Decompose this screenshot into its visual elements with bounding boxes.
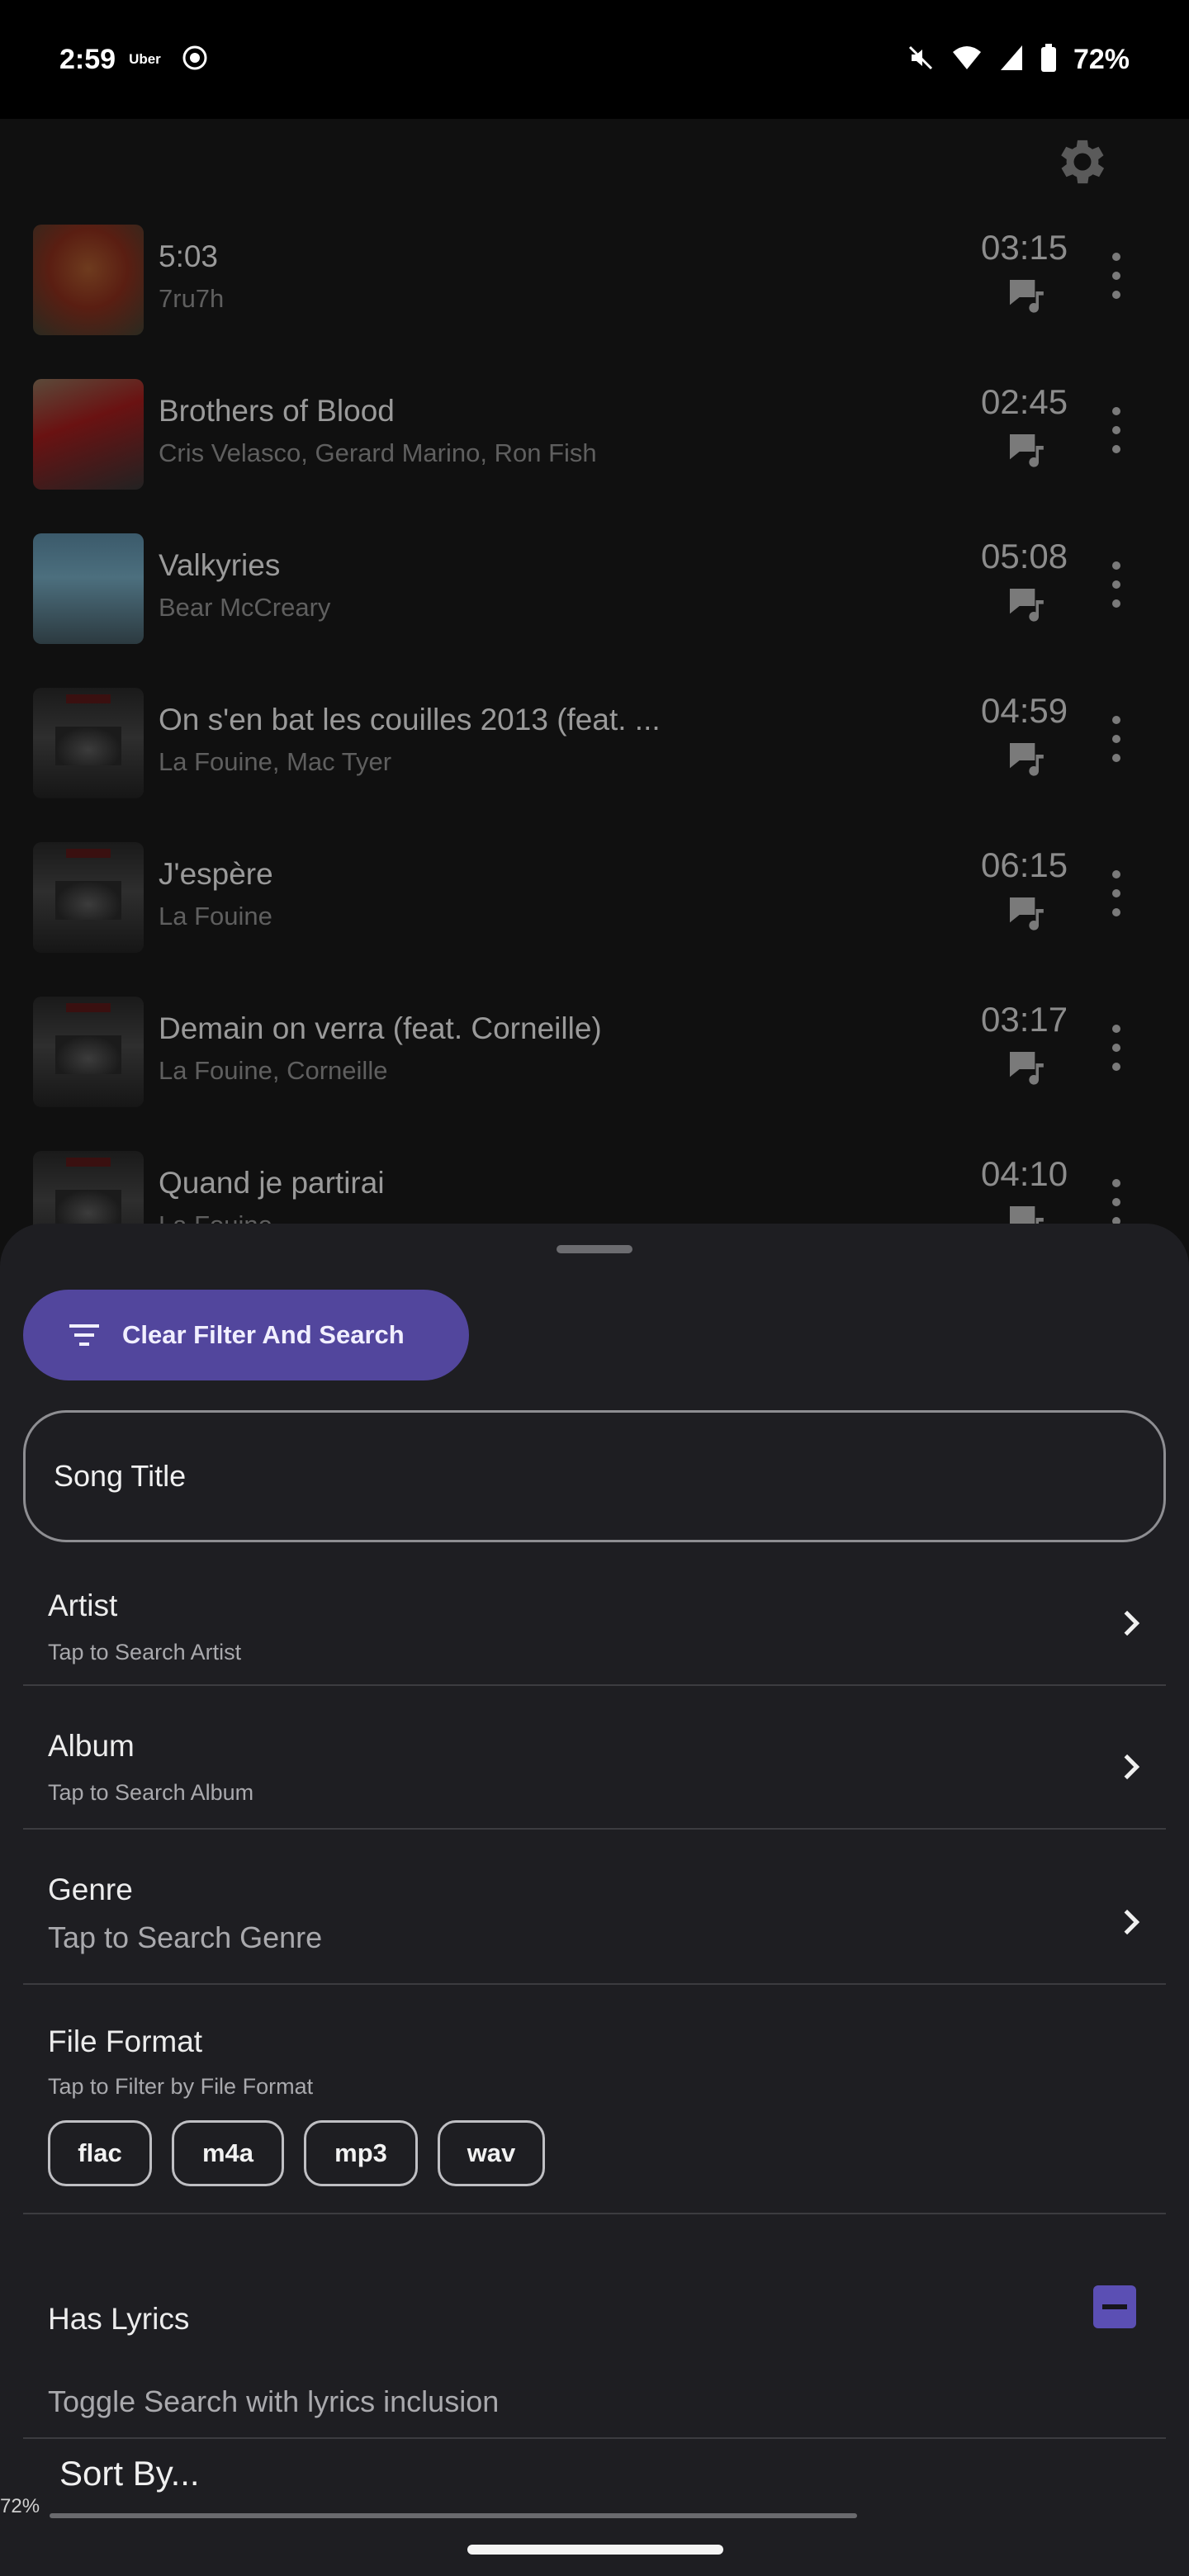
song-row[interactable]: 5:03 7ru7h 03:15 xyxy=(0,220,1189,374)
signal-icon xyxy=(999,44,1024,76)
album-art xyxy=(33,842,144,953)
album-art xyxy=(33,379,144,490)
song-title: 5:03 xyxy=(159,239,219,273)
more-options-icon[interactable] xyxy=(1103,561,1130,608)
song-list: 5:03 7ru7h 03:15 Brothers of Blood Cris … xyxy=(0,220,1189,1300)
chip-flac[interactable]: flac xyxy=(48,2120,152,2186)
song-row[interactable]: On s'en bat les couilles 2013 (feat. ...… xyxy=(0,683,1189,837)
clear-filter-label: Clear Filter And Search xyxy=(122,1320,405,1349)
app-screen: 2:59 Uber 72% 5:03 7ru7h 03:15 Brothers … xyxy=(0,0,1189,2576)
has-lyrics-checkbox[interactable] xyxy=(1093,2285,1136,2328)
gear-icon xyxy=(1061,140,1105,184)
lyrics-icon xyxy=(1010,434,1044,467)
mute-icon xyxy=(907,44,935,76)
song-title: On s'en bat les couilles 2013 (feat. ... xyxy=(159,703,661,736)
more-options-icon[interactable] xyxy=(1103,407,1130,453)
settings-button[interactable] xyxy=(1045,127,1115,197)
song-duration: 04:10 xyxy=(981,1154,1068,1193)
song-title-field-label: Song Title xyxy=(54,1459,187,1493)
song-artist: 7ru7h xyxy=(159,284,225,313)
more-options-icon[interactable] xyxy=(1103,253,1130,299)
more-options-icon[interactable] xyxy=(1103,716,1130,762)
song-artist: La Fouine, Corneille xyxy=(159,1056,388,1085)
status-app-label: Uber xyxy=(129,51,161,67)
status-icons: 72% xyxy=(907,43,1130,76)
lyrics-icon xyxy=(1010,1052,1044,1085)
song-artist: La Fouine, Mac Tyer xyxy=(159,747,392,776)
more-options-icon[interactable] xyxy=(1103,1179,1130,1225)
song-title-field[interactable]: Song Title xyxy=(23,1410,1166,1542)
file-format-subtitle: Tap to Filter by File Format xyxy=(48,2074,314,2099)
song-title: J'espère xyxy=(159,857,273,891)
scroll-indicator xyxy=(50,2513,857,2518)
song-artist: La Fouine xyxy=(159,902,272,930)
song-title: Valkyries xyxy=(159,548,281,582)
file-format-title: File Format xyxy=(48,2024,203,2058)
screen-record-icon xyxy=(181,44,209,76)
zoom-percent: 72% xyxy=(0,2495,40,2517)
song-duration: 03:17 xyxy=(981,1000,1068,1039)
battery-icon xyxy=(1040,43,1057,76)
album-art xyxy=(33,533,144,644)
lyrics-icon xyxy=(1010,897,1044,930)
album-art xyxy=(33,225,144,335)
album-title: Album xyxy=(48,1729,135,1763)
album-row[interactable]: Album Tap to Search Album xyxy=(23,1686,1166,1830)
song-title: Brothers of Blood xyxy=(159,394,395,428)
more-options-icon[interactable] xyxy=(1103,870,1130,916)
song-title: Demain on verra (feat. Corneille) xyxy=(159,1011,602,1045)
file-format-chips: flac m4a mp3 wav xyxy=(48,2120,545,2186)
chevron-right-icon xyxy=(1124,1754,1140,1780)
chevron-right-icon xyxy=(1124,1909,1140,1935)
chevron-right-icon xyxy=(1124,1610,1140,1636)
home-indicator[interactable] xyxy=(467,2545,723,2555)
song-row[interactable]: Brothers of Blood Cris Velasco, Gerard M… xyxy=(0,374,1189,528)
song-row[interactable]: Demain on verra (feat. Corneille) La Fou… xyxy=(0,992,1189,1146)
genre-row[interactable]: Genre Tap to Search Genre xyxy=(23,1830,1166,1985)
song-row[interactable]: J'espère La Fouine 06:15 xyxy=(0,837,1189,992)
chip-wav[interactable]: wav xyxy=(438,2120,545,2186)
song-list-area: 5:03 7ru7h 03:15 Brothers of Blood Cris … xyxy=(0,119,1189,1262)
filter-bottom-sheet: Clear Filter And Search Song Title Artis… xyxy=(0,1224,1189,2576)
album-art xyxy=(33,688,144,798)
artist-title: Artist xyxy=(48,1589,118,1622)
sheet-drag-handle[interactable] xyxy=(557,1245,632,1253)
lyrics-icon xyxy=(1010,589,1044,622)
has-lyrics-title: Has Lyrics xyxy=(48,2302,190,2336)
song-artist: Cris Velasco, Gerard Marino, Ron Fish xyxy=(159,438,597,467)
filter-list-icon xyxy=(69,1324,99,1346)
has-lyrics-subtitle: Toggle Search with lyrics inclusion xyxy=(48,2384,500,2418)
song-duration: 02:45 xyxy=(981,382,1068,421)
song-duration: 05:08 xyxy=(981,537,1068,575)
genre-subtitle: Tap to Search Genre xyxy=(48,1920,323,1954)
lyrics-icon xyxy=(1010,743,1044,776)
song-duration: 04:59 xyxy=(981,691,1068,730)
chip-m4a[interactable]: m4a xyxy=(172,2120,284,2186)
status-time: 2:59 xyxy=(59,43,116,75)
artist-row[interactable]: Artist Tap to Search Artist xyxy=(23,1557,1166,1686)
genre-title: Genre xyxy=(48,1873,133,1906)
song-duration: 03:15 xyxy=(981,228,1068,267)
wifi-icon xyxy=(951,44,983,76)
chip-mp3[interactable]: mp3 xyxy=(304,2120,418,2186)
song-title: Quand je partirai xyxy=(159,1166,385,1200)
song-artist: Bear McCreary xyxy=(159,593,331,622)
song-row[interactable]: Valkyries Bear McCreary 05:08 xyxy=(0,528,1189,683)
sort-by-label[interactable]: Sort By... xyxy=(59,2454,200,2493)
battery-percent: 72% xyxy=(1073,43,1130,75)
song-duration: 06:15 xyxy=(981,845,1068,884)
status-bar: 2:59 Uber 72% xyxy=(0,0,1189,119)
album-art xyxy=(33,997,144,1107)
album-subtitle: Tap to Search Album xyxy=(48,1780,254,1805)
more-options-icon[interactable] xyxy=(1103,1025,1130,1071)
lyrics-icon xyxy=(1010,280,1044,313)
artist-subtitle: Tap to Search Artist xyxy=(48,1640,242,1664)
clear-filter-button[interactable]: Clear Filter And Search xyxy=(23,1290,469,1380)
has-lyrics-row[interactable]: Has Lyrics Toggle Search with lyrics inc… xyxy=(23,2214,1166,2439)
